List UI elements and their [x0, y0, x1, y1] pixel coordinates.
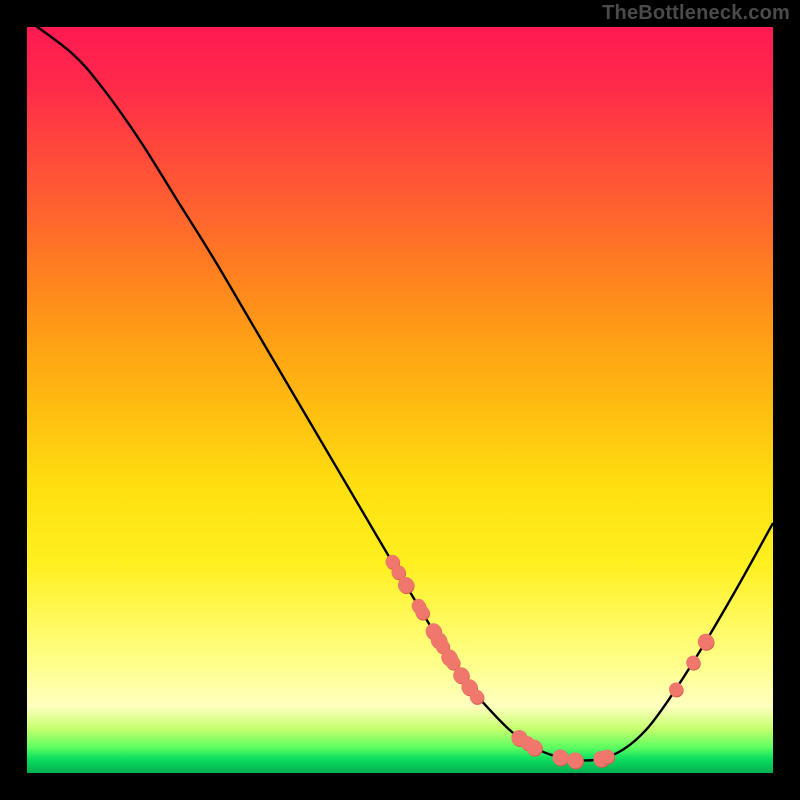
data-point	[669, 682, 683, 696]
data-point	[526, 740, 542, 756]
data-point	[398, 577, 414, 593]
data-point	[415, 606, 429, 620]
watermark-text: TheBottleneck.com	[602, 2, 790, 25]
chart-container: TheBottleneck.com	[0, 0, 800, 800]
data-point	[392, 565, 406, 579]
data-point	[567, 752, 583, 768]
curve-svg-layer	[27, 27, 773, 773]
data-points-group	[386, 555, 715, 769]
data-point	[470, 690, 484, 704]
data-point	[600, 750, 614, 764]
bottleneck-curve	[27, 20, 773, 761]
data-point	[698, 634, 714, 650]
data-point	[686, 656, 700, 670]
data-point	[446, 656, 460, 670]
data-point	[552, 749, 568, 765]
